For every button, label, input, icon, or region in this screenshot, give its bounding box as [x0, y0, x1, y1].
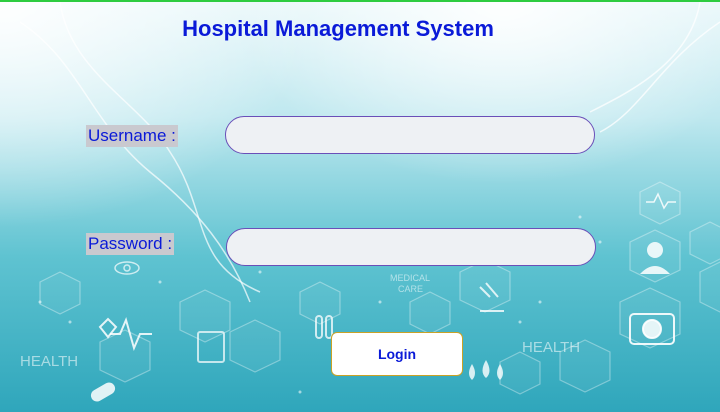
doctor-icon — [640, 242, 670, 274]
bg-caption-medical: MEDICAL — [390, 273, 430, 283]
clipboard-icon — [197, 331, 225, 363]
bg-caption-care: CARE — [398, 284, 423, 294]
bg-caption-health-left: HEALTH — [20, 353, 78, 370]
heartbeat-icon — [98, 317, 152, 351]
microscope-icon — [479, 282, 504, 312]
app-title: Hospital Management System — [182, 16, 494, 41]
heart-monitor-icon — [646, 192, 676, 210]
eye-icon — [114, 261, 140, 275]
username-label: Username : — [86, 125, 178, 147]
dna-helix-icon — [19, 2, 261, 303]
medical-case-icon — [629, 313, 675, 345]
password-input[interactable] — [226, 228, 596, 266]
password-label: Password : — [86, 233, 175, 255]
username-input[interactable] — [225, 116, 595, 154]
login-button[interactable]: Login — [331, 332, 463, 376]
pill-icon — [90, 382, 116, 402]
test-tubes-icon — [315, 315, 333, 339]
drops-icon — [469, 360, 503, 380]
bg-caption-health-right: HEALTH — [522, 339, 580, 356]
login-window: HEALTH HEALTH MEDICAL CARE Hospital Mana… — [0, 0, 720, 412]
